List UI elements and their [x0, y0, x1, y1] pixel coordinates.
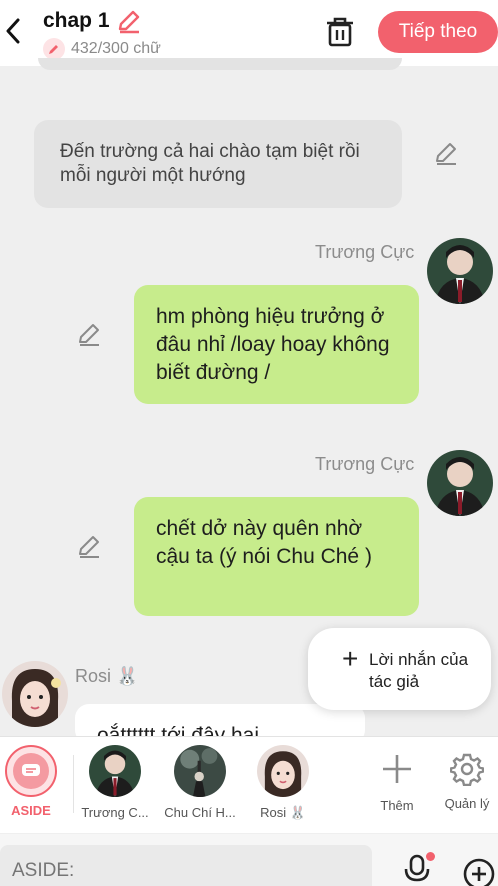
character-label: Chu Chí H...	[164, 805, 236, 820]
chevron-left-icon	[6, 18, 20, 44]
add-character-button[interactable]: Thêm	[375, 745, 419, 813]
plus-icon	[383, 755, 411, 783]
edit-title-icon[interactable]	[116, 8, 142, 34]
message-input[interactable]	[0, 845, 372, 886]
plus-icon: +	[342, 643, 359, 674]
edit-icon[interactable]	[76, 321, 102, 347]
character-rosi[interactable]: Rosi 🐰	[255, 745, 311, 821]
avatar[interactable]	[427, 238, 493, 304]
manage-button[interactable]: Quản lý	[440, 745, 494, 811]
avatar	[257, 745, 309, 797]
character-bar: ASIDE Trương C... Chu Chí H... Rosi 🐰 Th…	[0, 736, 498, 833]
add-label: Thêm	[380, 798, 414, 813]
author-note-button[interactable]: + Lời nhắn của tác giả	[308, 628, 491, 710]
header-bar: chap 1 432/300 chữ Tiếp theo	[0, 0, 498, 66]
recording-dot	[426, 852, 435, 861]
edit-icon[interactable]	[433, 140, 459, 166]
manage-label: Quản lý	[444, 796, 490, 811]
sender-name: Trương Cực	[315, 242, 415, 262]
add-circle-icon[interactable]	[463, 858, 495, 886]
input-bar	[0, 834, 498, 886]
character-chu-chi-han[interactable]: Chu Chí H...	[163, 745, 237, 820]
character-truong-cuc[interactable]: Trương C...	[80, 745, 150, 820]
author-note-label: Lời nhắn của tác giả	[369, 650, 469, 691]
message-bubble[interactable]: chết dở này quên nhờ cậu ta (ý nói Chu C…	[134, 497, 419, 616]
previous-bubble-edge	[38, 58, 402, 70]
message-bubble[interactable]: hm phòng hiệu trưởng ở đâu nhỉ /loay hoa…	[134, 285, 419, 404]
character-label: Trương C...	[81, 805, 149, 820]
aside-selector[interactable]: ASIDE	[4, 745, 58, 818]
chat-bubble-icon	[13, 753, 49, 789]
edit-icon[interactable]	[76, 533, 102, 559]
character-label: Rosi 🐰	[260, 805, 306, 820]
pencil-badge-icon	[43, 38, 65, 60]
sender-name: Trương Cực	[315, 454, 415, 474]
avatar[interactable]	[427, 450, 493, 516]
chapter-title[interactable]: chap 1	[43, 9, 110, 33]
divider	[73, 755, 74, 813]
avatar	[174, 745, 226, 797]
sender-name: Rosi 🐰	[75, 666, 139, 686]
word-count: 432/300 chữ	[71, 40, 161, 57]
back-button[interactable]	[2, 16, 24, 46]
next-button[interactable]: Tiếp theo	[378, 11, 498, 53]
gear-icon	[449, 753, 485, 787]
trash-icon[interactable]	[325, 16, 355, 48]
aside-label: ASIDE	[11, 803, 51, 818]
narration-bubble[interactable]: Đến trường cả hai chào tạm biệt rồi mỗi …	[34, 120, 402, 208]
avatar[interactable]	[2, 661, 68, 727]
avatar	[89, 745, 141, 797]
